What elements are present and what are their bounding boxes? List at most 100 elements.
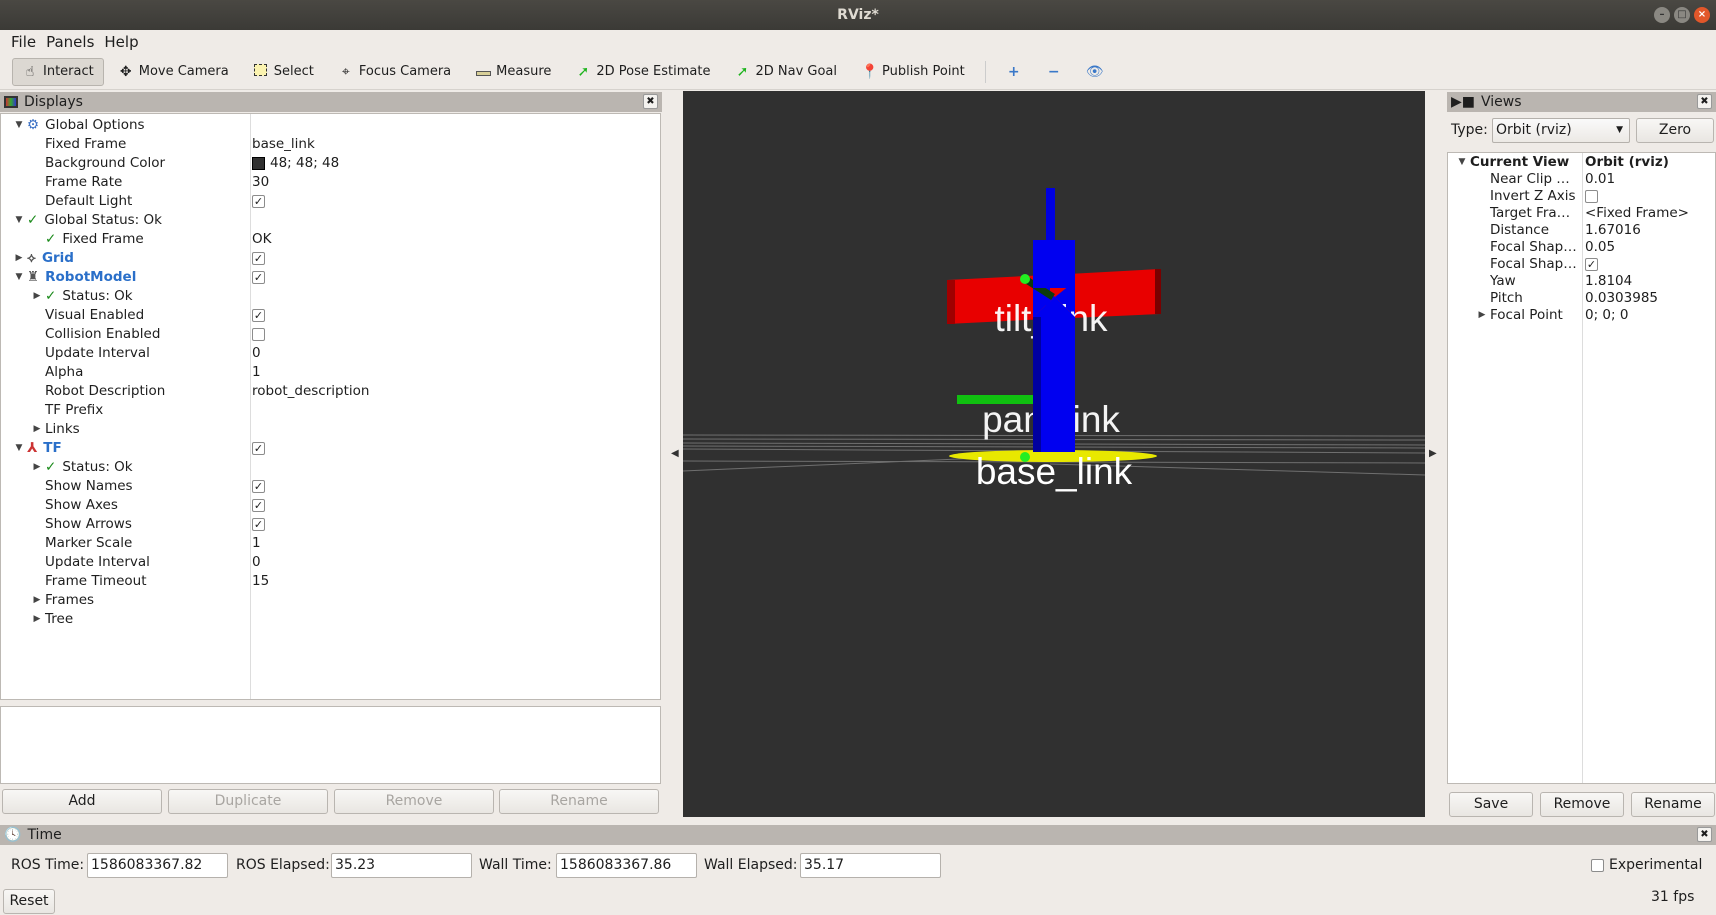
tool-publish-point[interactable]: 📍 Publish Point bbox=[851, 58, 975, 86]
tree-row[interactable]: Show Axes ✓ bbox=[1, 496, 660, 515]
row-value[interactable]: ✓ bbox=[252, 268, 265, 287]
collapse-right-arrow[interactable]: ▶ bbox=[1429, 448, 1437, 459]
row-value[interactable]: 1.8104 bbox=[1585, 273, 1632, 290]
row-value[interactable] bbox=[252, 325, 265, 344]
close-panel-button[interactable]: ✖ bbox=[1697, 827, 1712, 842]
wall-elapsed-field[interactable]: 35.17 bbox=[800, 853, 941, 878]
expand-arrow-open-icon[interactable]: ▼ bbox=[13, 439, 25, 458]
row-value[interactable]: 1.67016 bbox=[1585, 222, 1641, 239]
tree-row[interactable]: ▼ ✓ Global Status: Ok bbox=[1, 211, 660, 230]
add-tool-button[interactable]: + bbox=[996, 58, 1032, 86]
collapse-left-arrow[interactable]: ◀ bbox=[671, 448, 679, 459]
checkbox-checked[interactable]: ✓ bbox=[252, 479, 265, 493]
ros-elapsed-field[interactable]: 35.23 bbox=[331, 853, 472, 878]
tree-row[interactable]: ✓ Fixed Frame OK bbox=[1, 230, 660, 249]
tool-move-camera[interactable]: ✥ Move Camera bbox=[108, 58, 239, 86]
row-value[interactable]: 0 bbox=[252, 344, 261, 363]
tree-row[interactable]: Show Arrows ✓ bbox=[1, 515, 660, 534]
checkbox-checked[interactable]: ✓ bbox=[1585, 257, 1598, 271]
zero-button[interactable]: Zero bbox=[1636, 118, 1714, 143]
row-value[interactable]: ✓ bbox=[252, 192, 265, 211]
row-value[interactable]: 0 bbox=[252, 553, 261, 572]
row-value[interactable]: 0; 0; 0 bbox=[1585, 307, 1628, 324]
checkbox-checked[interactable]: ✓ bbox=[252, 498, 265, 512]
row-value[interactable] bbox=[1585, 188, 1598, 205]
expand-arrow-closed-icon[interactable]: ▶ bbox=[31, 287, 43, 306]
tool-interact[interactable]: ☝ Interact bbox=[12, 57, 104, 86]
expand-arrow-closed-icon[interactable]: ▶ bbox=[31, 458, 43, 477]
tree-row[interactable]: ▶ ✓ Status: Ok bbox=[1, 458, 660, 477]
checkbox-checked[interactable]: ✓ bbox=[252, 251, 265, 265]
tree-row[interactable]: Collision Enabled bbox=[1, 325, 660, 344]
3d-render-view[interactable]: tilt_link pan_link base_link bbox=[683, 91, 1425, 817]
row-value[interactable]: 0.05 bbox=[1585, 239, 1615, 256]
close-button[interactable]: × bbox=[1694, 7, 1710, 23]
expand-arrow-closed-icon[interactable]: ▶ bbox=[31, 610, 43, 629]
expand-arrow-open-icon[interactable]: ▼ bbox=[13, 211, 25, 230]
tree-row[interactable]: Target Fra… <Fixed Frame> bbox=[1448, 205, 1715, 222]
color-swatch[interactable] bbox=[252, 156, 265, 170]
add-button[interactable]: Add bbox=[2, 789, 162, 814]
tree-row[interactable]: Near Clip … 0.01 bbox=[1448, 171, 1715, 188]
tree-row[interactable]: ▶ Focal Point 0; 0; 0 bbox=[1448, 307, 1715, 324]
tree-row[interactable]: ▶ ⟡ Grid ✓ bbox=[1, 249, 660, 268]
row-value[interactable]: 0.01 bbox=[1585, 171, 1615, 188]
tree-row[interactable]: ▼ ⅄ TF ✓ bbox=[1, 439, 660, 458]
rename-view-button[interactable]: Rename bbox=[1631, 792, 1715, 817]
row-value[interactable]: robot_description bbox=[252, 382, 369, 401]
row-value[interactable]: ✓ bbox=[252, 439, 265, 458]
tree-row[interactable]: ▼ ♜ RobotModel ✓ bbox=[1, 268, 660, 287]
expand-arrow-closed-icon[interactable]: ▶ bbox=[31, 591, 43, 610]
row-value[interactable]: <Fixed Frame> bbox=[1585, 205, 1689, 222]
tree-row[interactable]: ▼ Current View Orbit (rviz) bbox=[1448, 154, 1715, 171]
tree-row[interactable]: Alpha 1 bbox=[1, 363, 660, 382]
tree-row[interactable]: Distance 1.67016 bbox=[1448, 222, 1715, 239]
row-value[interactable]: OK bbox=[252, 230, 271, 249]
row-value[interactable]: 1 bbox=[252, 363, 261, 382]
experimental-checkbox[interactable] bbox=[1591, 859, 1604, 872]
tree-row[interactable]: ▶ ✓ Status: Ok bbox=[1, 287, 660, 306]
tree-row[interactable]: Update Interval 0 bbox=[1, 344, 660, 363]
row-value[interactable]: 48; 48; 48 bbox=[252, 154, 339, 173]
row-value[interactable]: ✓ bbox=[252, 496, 265, 515]
row-value[interactable]: ✓ bbox=[252, 306, 265, 325]
row-value[interactable]: 1 bbox=[252, 534, 261, 553]
tree-row[interactable]: Marker Scale 1 bbox=[1, 534, 660, 553]
tree-row[interactable]: Focal Shap… 0.05 bbox=[1448, 239, 1715, 256]
row-value[interactable]: 15 bbox=[252, 572, 269, 591]
expand-arrow-closed-icon[interactable]: ▶ bbox=[13, 249, 25, 268]
row-value[interactable]: Orbit (rviz) bbox=[1585, 154, 1669, 171]
tree-row[interactable]: Invert Z Axis bbox=[1448, 188, 1715, 205]
tool-measure[interactable]: Measure bbox=[465, 58, 561, 86]
row-value[interactable]: 30 bbox=[252, 173, 269, 192]
minimize-button[interactable]: – bbox=[1654, 7, 1670, 23]
row-value[interactable]: ✓ bbox=[252, 477, 265, 496]
close-panel-button[interactable]: ✖ bbox=[1697, 94, 1712, 109]
rename-button[interactable]: Rename bbox=[499, 789, 659, 814]
view-options-button[interactable]: 👁 bbox=[1076, 58, 1112, 86]
tree-row[interactable]: Background Color 48; 48; 48 bbox=[1, 154, 660, 173]
tree-row[interactable]: Frame Timeout 15 bbox=[1, 572, 660, 591]
ros-time-field[interactable]: 1586083367.82 bbox=[87, 853, 228, 878]
tree-row[interactable]: ▶ Frames bbox=[1, 591, 660, 610]
tree-row[interactable]: Focal Shap… ✓ bbox=[1448, 256, 1715, 273]
tree-row[interactable]: Yaw 1.8104 bbox=[1448, 273, 1715, 290]
remove-button[interactable]: Remove bbox=[334, 789, 494, 814]
expand-arrow-closed-icon[interactable]: ▶ bbox=[1476, 307, 1488, 324]
tree-row[interactable]: Default Light ✓ bbox=[1, 192, 660, 211]
menu-help[interactable]: Help bbox=[99, 33, 143, 51]
tree-row[interactable]: Fixed Frame base_link bbox=[1, 135, 660, 154]
tree-row[interactable]: TF Prefix bbox=[1, 401, 660, 420]
maximize-button[interactable]: □ bbox=[1674, 7, 1690, 23]
expand-arrow-open-icon[interactable]: ▼ bbox=[13, 268, 25, 287]
remove-view-button[interactable]: Remove bbox=[1540, 792, 1624, 817]
checkbox-checked[interactable]: ✓ bbox=[252, 194, 265, 208]
reset-button[interactable]: Reset bbox=[3, 889, 55, 914]
close-panel-button[interactable]: ✖ bbox=[643, 94, 658, 109]
tool-focus-camera[interactable]: ⌖ Focus Camera bbox=[328, 58, 461, 86]
tool-2d-pose-estimate[interactable]: ➚ 2D Pose Estimate bbox=[565, 58, 720, 86]
row-value[interactable]: base_link bbox=[252, 135, 315, 154]
menu-file[interactable]: File bbox=[6, 33, 41, 51]
tool-2d-nav-goal[interactable]: ➚ 2D Nav Goal bbox=[724, 58, 847, 86]
checkbox-checked[interactable]: ✓ bbox=[252, 308, 265, 322]
